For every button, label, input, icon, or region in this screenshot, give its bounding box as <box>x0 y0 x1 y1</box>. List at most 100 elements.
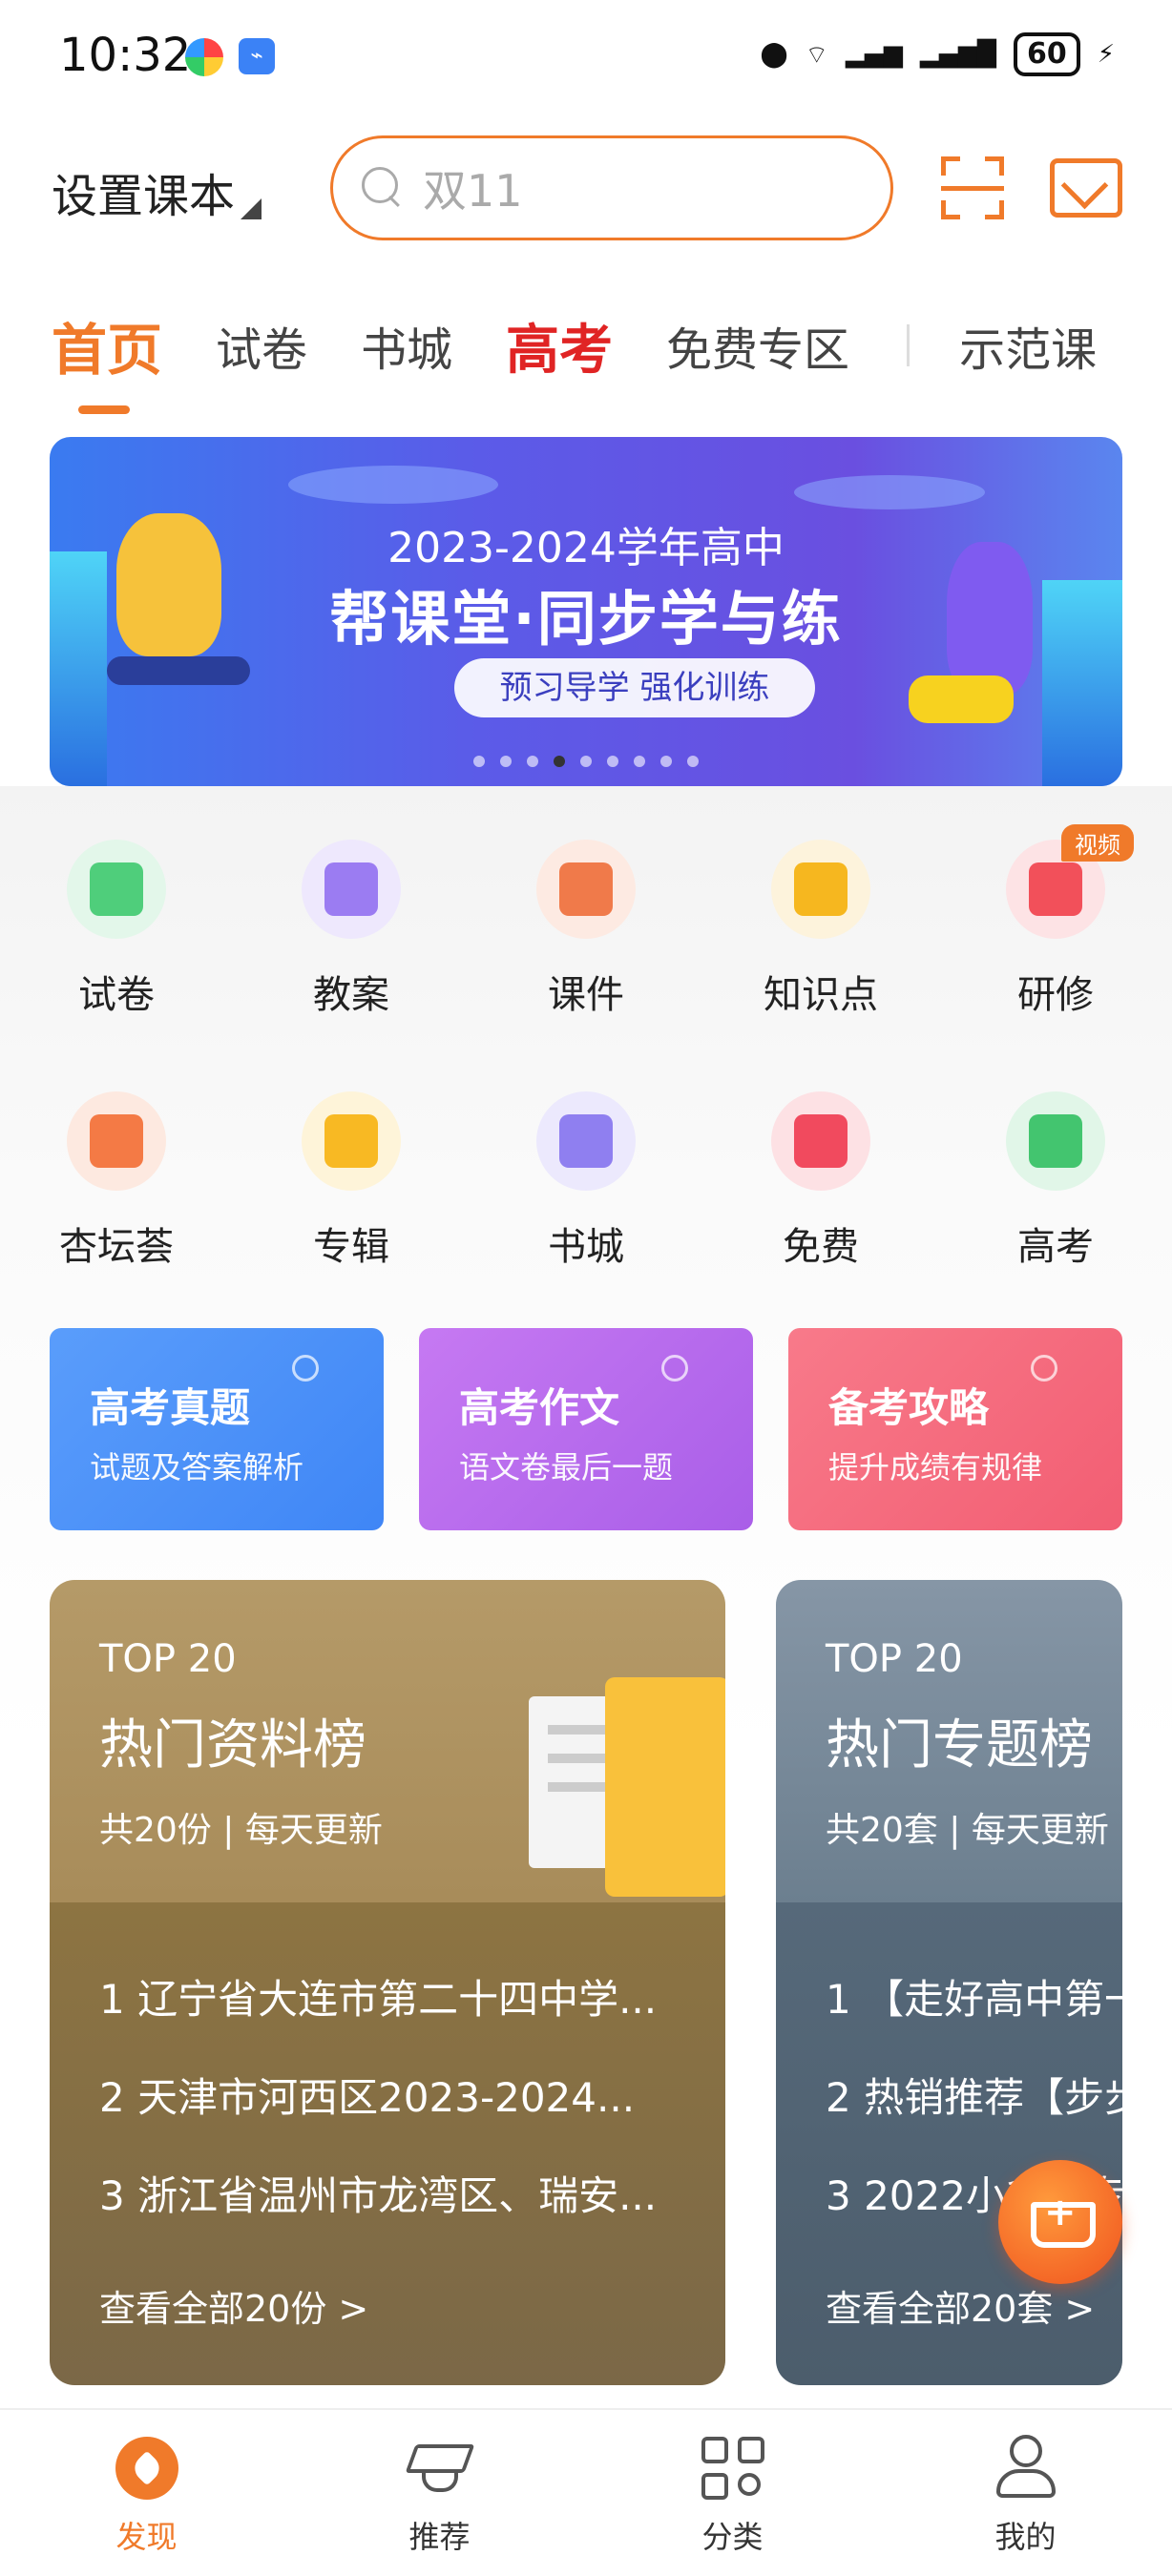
tab-home[interactable]: 首页 <box>52 305 162 414</box>
promo-card-subtitle: 提升成绩有规律 <box>828 1449 1043 1485</box>
album-folder-icon <box>302 1091 401 1191</box>
message-inbox-icon[interactable] <box>1050 158 1122 218</box>
promo-card-title: 高考真题 <box>90 1384 251 1431</box>
grid-item-free[interactable]: 免费 <box>725 1091 916 1301</box>
banner-headline: 帮课堂·同步学与练 <box>329 584 843 654</box>
ranking-item[interactable]: 1 辽宁省大连市第二十四中学... <box>99 1967 676 2025</box>
ranking-title: 热门专题榜 <box>826 1714 1093 1776</box>
promo-card-exam-strategy[interactable]: 备考攻略 提升成绩有规律 <box>788 1328 1122 1530</box>
tab-bookstore[interactable]: 书城 <box>361 312 452 379</box>
banner-dot[interactable] <box>554 756 565 767</box>
grid-item-lesson-plans[interactable]: 教案 <box>256 840 447 1049</box>
nav-recommend[interactable]: 推荐 <box>293 2410 586 2576</box>
banner-dot[interactable] <box>580 756 592 767</box>
grid-item-label: 研修 <box>1017 973 1094 1017</box>
set-textbook-button[interactable]: 设置课本 <box>52 158 262 225</box>
grid-item-papers[interactable]: 试卷 <box>21 840 212 1049</box>
banner-dot[interactable] <box>500 756 512 767</box>
banner-dot[interactable] <box>687 756 699 767</box>
status-time: 10:32 <box>59 29 192 82</box>
nav-categories[interactable]: 分类 <box>586 2410 879 2576</box>
grid-item-courseware[interactable]: 课件 <box>491 840 681 1049</box>
grid-item-label: 书城 <box>548 1225 624 1269</box>
signal-icon-1: ▂▄▆ <box>846 40 903 69</box>
view-all-link[interactable]: 查看全部20份 > <box>99 2279 725 2332</box>
scan-icon[interactable] <box>941 156 1004 219</box>
forum-icon <box>67 1091 166 1191</box>
tab-separator <box>907 324 910 366</box>
nav-label: 推荐 <box>408 2519 471 2555</box>
status-icons: ⬤ ⌔ ▂▄▆ ▂▄▆█ 60 ⚡ <box>760 32 1115 76</box>
charging-icon: ⚡ <box>1097 40 1115 69</box>
decor-ring <box>1031 1355 1057 1381</box>
search-input[interactable]: 双11 <box>330 135 893 240</box>
set-textbook-label: 设置课本 <box>52 170 236 223</box>
grid-item-bookstore[interactable]: 书城 <box>491 1091 681 1301</box>
banner-dot[interactable] <box>527 756 538 767</box>
graduation-cap-icon <box>405 2435 474 2502</box>
grid-item-knowledge-points[interactable]: 知识点 <box>725 840 916 1049</box>
promo-banner[interactable]: 2023-2024学年高中 帮课堂·同步学与练 预习导学 强化训练 <box>50 437 1122 786</box>
grid-categories-icon <box>700 2435 766 2502</box>
banner-cloud <box>794 475 985 509</box>
promo-card-subtitle: 试题及答案解析 <box>90 1449 304 1485</box>
tab-free-zone[interactable]: 免费专区 <box>666 312 849 379</box>
dropdown-triangle-icon <box>241 198 262 219</box>
banner-pagination <box>50 756 1122 767</box>
ranking-item[interactable]: 3 浙江省温州市龙湾区、瑞安... <box>99 2164 676 2222</box>
user-profile-icon <box>993 2435 1059 2502</box>
ranking-item[interactable]: 2 热销推荐【步步高】 <box>826 2066 1122 2124</box>
free-gift-icon <box>771 1091 870 1191</box>
decor-ring <box>292 1355 319 1381</box>
ranking-top-label: TOP 20 <box>99 1637 237 1681</box>
view-all-link[interactable]: 查看全部20套 > <box>826 2279 1122 2332</box>
banner-dot[interactable] <box>660 756 672 767</box>
ranking-card-hot-materials[interactable]: TOP 20 热门资料榜 共20份 | 每天更新 1 辽宁省大连市第二十四中学.… <box>50 1580 725 2385</box>
battery-indicator: 60 <box>1013 32 1080 76</box>
lesson-plan-icon <box>302 840 401 939</box>
tab-papers[interactable]: 试卷 <box>216 312 307 379</box>
folder-icon <box>529 1677 725 1897</box>
banner-pill: 预习导学 强化训练 <box>454 658 815 717</box>
decor-ring <box>661 1355 688 1381</box>
courseware-icon <box>536 840 636 939</box>
promo-card-subtitle: 语文卷最后一题 <box>459 1449 674 1485</box>
grid-item-label: 高考 <box>1017 1225 1094 1269</box>
grid-item-label: 免费 <box>783 1225 859 1269</box>
knowledge-point-icon <box>771 840 870 939</box>
bottom-nav: 发现 推荐 分类 我的 <box>0 2408 1172 2576</box>
ranking-item[interactable]: 2 天津市河西区2023-2024... <box>99 2066 676 2124</box>
grid-item-label: 杏坛荟 <box>59 1225 174 1269</box>
nav-profile[interactable]: 我的 <box>879 2410 1172 2576</box>
grid-item-training[interactable]: 研修 <box>960 840 1151 1049</box>
promo-card-gaokao-papers[interactable]: 高考真题 试题及答案解析 <box>50 1328 384 1530</box>
nav-label: 我的 <box>994 2519 1057 2555</box>
promo-card-gaokao-essay[interactable]: 高考作文 语文卷最后一题 <box>419 1328 753 1530</box>
banner-dot[interactable] <box>634 756 645 767</box>
bookstore-icon <box>536 1091 636 1191</box>
shopping-cart-icon[interactable] <box>998 2160 1122 2284</box>
browser-app-icon <box>185 38 223 76</box>
tab-demo-class[interactable]: 示范课 <box>959 312 1097 379</box>
grid-item-forum[interactable]: 杏坛荟 <box>21 1091 212 1301</box>
skateboard-illustration <box>107 656 250 685</box>
ranking-item[interactable]: 1 【走好高中第一步】 <box>826 1967 1122 2025</box>
location-icon: ⬤ <box>760 40 788 69</box>
ranking-top-label: TOP 20 <box>826 1637 963 1681</box>
tab-gaokao[interactable]: 高考 <box>506 307 613 384</box>
video-badge: 视频 <box>1061 824 1134 862</box>
search-placeholder: 双11 <box>423 165 523 217</box>
nav-discover[interactable]: 发现 <box>0 2410 293 2576</box>
nav-label: 发现 <box>115 2519 178 2555</box>
grid-item-gaokao[interactable]: 高考 <box>960 1091 1151 1301</box>
grid-item-albums[interactable]: 专辑 <box>256 1091 447 1301</box>
usb-icon: ⌁ <box>239 38 275 74</box>
signal-icon-2: ▂▄▆█ <box>920 40 996 69</box>
grid-item-label: 课件 <box>548 973 624 1017</box>
banner-cloud <box>288 466 498 504</box>
grid-item-label: 专辑 <box>313 1225 389 1269</box>
banner-dot[interactable] <box>607 756 618 767</box>
grid-item-label: 教案 <box>313 973 389 1017</box>
wifi-icon: ⌔ <box>805 40 828 70</box>
banner-dot[interactable] <box>473 756 485 767</box>
